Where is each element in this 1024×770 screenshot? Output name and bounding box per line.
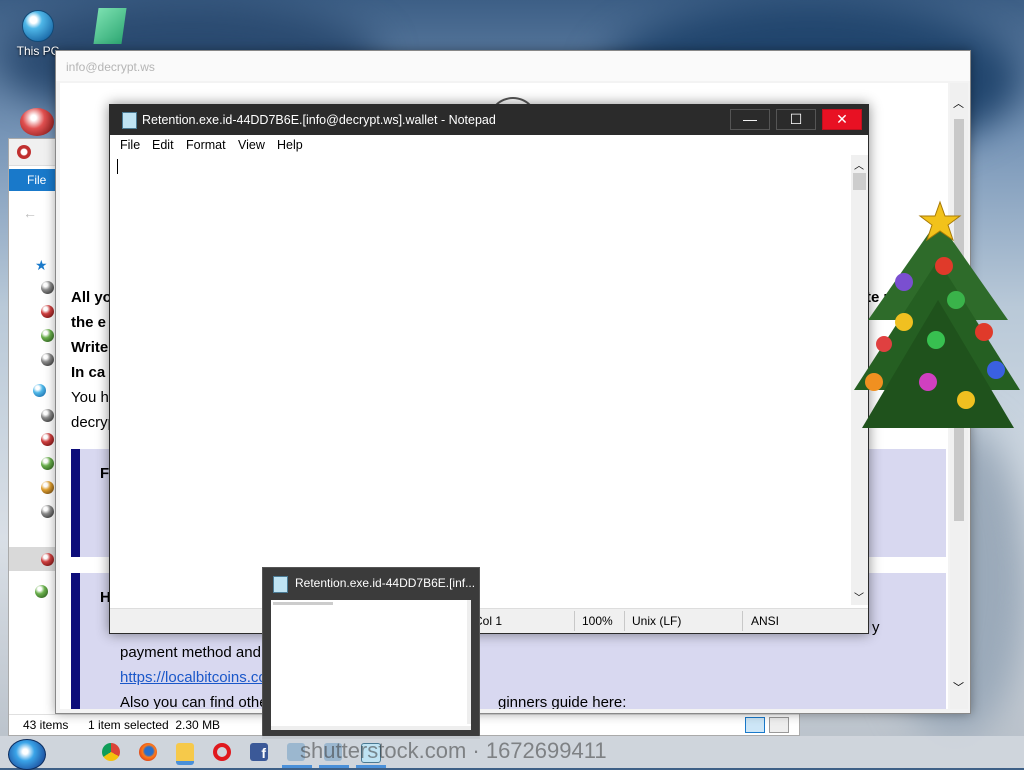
thumbnail-status-hint — [271, 726, 471, 730]
notepad-icon — [273, 576, 288, 593]
ransom-line: Write — [71, 339, 109, 356]
minimize-button[interactable]: — — [730, 109, 770, 130]
nav-item-icon[interactable] — [41, 457, 54, 470]
ransom-line: All yo — [71, 289, 112, 306]
menu-file[interactable]: File — [120, 138, 140, 152]
ransom-line: In ca — [71, 364, 106, 381]
nav-item-icon[interactable] — [41, 329, 54, 342]
desktop-icon-notepad[interactable] — [93, 8, 132, 48]
menu-view[interactable]: View — [238, 138, 265, 152]
scroll-thumb[interactable] — [853, 173, 866, 190]
menu-help[interactable]: Help — [277, 138, 303, 152]
notepad-window[interactable]: Retention.exe.id-44DD7B6E.[info@decrypt.… — [109, 104, 869, 634]
thumbnail-menu-hint — [273, 602, 333, 605]
scroll-up-icon[interactable]: ︿ — [854, 157, 864, 172]
status-line-ending: Unix (LF) — [632, 614, 682, 628]
scroll-up-icon[interactable]: ︿ — [953, 95, 964, 111]
nav-item-icon — [41, 553, 54, 566]
notepad-icon — [122, 112, 137, 129]
thumbnail-image — [271, 600, 471, 730]
notepad-statusbar: Col 1 100% Unix (LF) ANSI — [110, 608, 868, 633]
localbitcoins-link[interactable]: https://localbitcoins.co — [120, 669, 267, 686]
chrome-icon[interactable] — [102, 743, 120, 761]
nav-item-icon[interactable] — [41, 505, 54, 518]
notepad-text-area[interactable] — [112, 155, 850, 605]
menu-format[interactable]: Format — [186, 138, 226, 152]
nav-item-icon[interactable] — [41, 305, 54, 318]
thumbnail-scroll-hint — [467, 600, 471, 724]
facebook-icon[interactable]: f — [250, 743, 268, 761]
nav-network-icon[interactable] — [35, 585, 48, 598]
payment-text: payment method and p — [120, 644, 274, 661]
file-explorer-icon[interactable] — [176, 743, 194, 765]
text-caret — [117, 159, 118, 174]
browser-titlebar[interactable]: info@decrypt.ws — [56, 51, 970, 81]
nav-this-pc-icon[interactable] — [33, 384, 46, 397]
start-button[interactable] — [8, 739, 46, 770]
this-pc-icon — [22, 10, 54, 42]
notepad-title: Retention.exe.id-44DD7B6E.[info@decrypt.… — [142, 113, 496, 127]
scroll-down-icon[interactable]: ﹀ — [854, 589, 864, 604]
nav-item-icon[interactable] — [41, 433, 54, 446]
firefox-icon[interactable] — [139, 743, 157, 761]
nav-selected-row[interactable] — [9, 547, 55, 571]
nav-item-icon[interactable] — [41, 281, 54, 294]
desktop-icon-label: This PC — [16, 44, 60, 58]
menu-edit[interactable]: Edit — [152, 138, 174, 152]
status-zoom: 100% — [582, 614, 613, 628]
watermark-text: shutterstock.com · 1672699411 — [300, 738, 607, 763]
christmas-tree-decoration — [854, 200, 1020, 428]
block-text-right: y — [872, 619, 880, 636]
opera-icon[interactable] — [213, 743, 231, 761]
status-separator — [742, 611, 743, 631]
notepad-file-icon — [93, 8, 127, 44]
ransom-line: the e — [71, 314, 107, 331]
taskbar: f shutterstock.com · 1672699411 — [0, 736, 1024, 768]
notepad-menubar: File Edit Format View Help — [110, 135, 868, 155]
nav-item-icon[interactable] — [41, 481, 54, 494]
nav-item-icon[interactable] — [41, 353, 54, 366]
notepad-titlebar[interactable]: Retention.exe.id-44DD7B6E.[info@decrypt.… — [110, 105, 868, 135]
desktop-ornament-icon[interactable] — [20, 108, 54, 136]
nav-item-icon[interactable] — [41, 409, 54, 422]
guide-text: Also you can find other — [120, 694, 273, 709]
large-icons-view-icon[interactable] — [769, 717, 789, 733]
taskbar-thumbnail-preview[interactable]: Retention.exe.id-44DD7B6E.[inf... — [262, 567, 480, 739]
status-item-count: 43 items — [23, 718, 69, 732]
status-encoding: ANSI — [751, 614, 780, 628]
ransom-line: You h — [71, 389, 109, 406]
scroll-down-icon[interactable]: ﹀ — [953, 679, 964, 695]
close-button[interactable]: ✕ — [822, 109, 862, 130]
maximize-button[interactable]: ☐ — [776, 109, 816, 130]
status-selection: 1 item selected 2.30 MB — [88, 718, 221, 732]
browser-title: info@decrypt.ws — [66, 60, 155, 74]
quick-access-star-icon[interactable]: ★ — [35, 257, 48, 274]
status-separator — [574, 611, 575, 631]
status-separator — [624, 611, 625, 631]
guide-text-right: ginners guide here: — [498, 694, 627, 709]
back-arrow-icon[interactable]: ← — [23, 205, 37, 221]
explorer-app-icon — [17, 145, 31, 159]
thumbnail-title: Retention.exe.id-44DD7B6E.[inf... — [295, 576, 476, 590]
details-view-icon[interactable] — [745, 717, 765, 733]
